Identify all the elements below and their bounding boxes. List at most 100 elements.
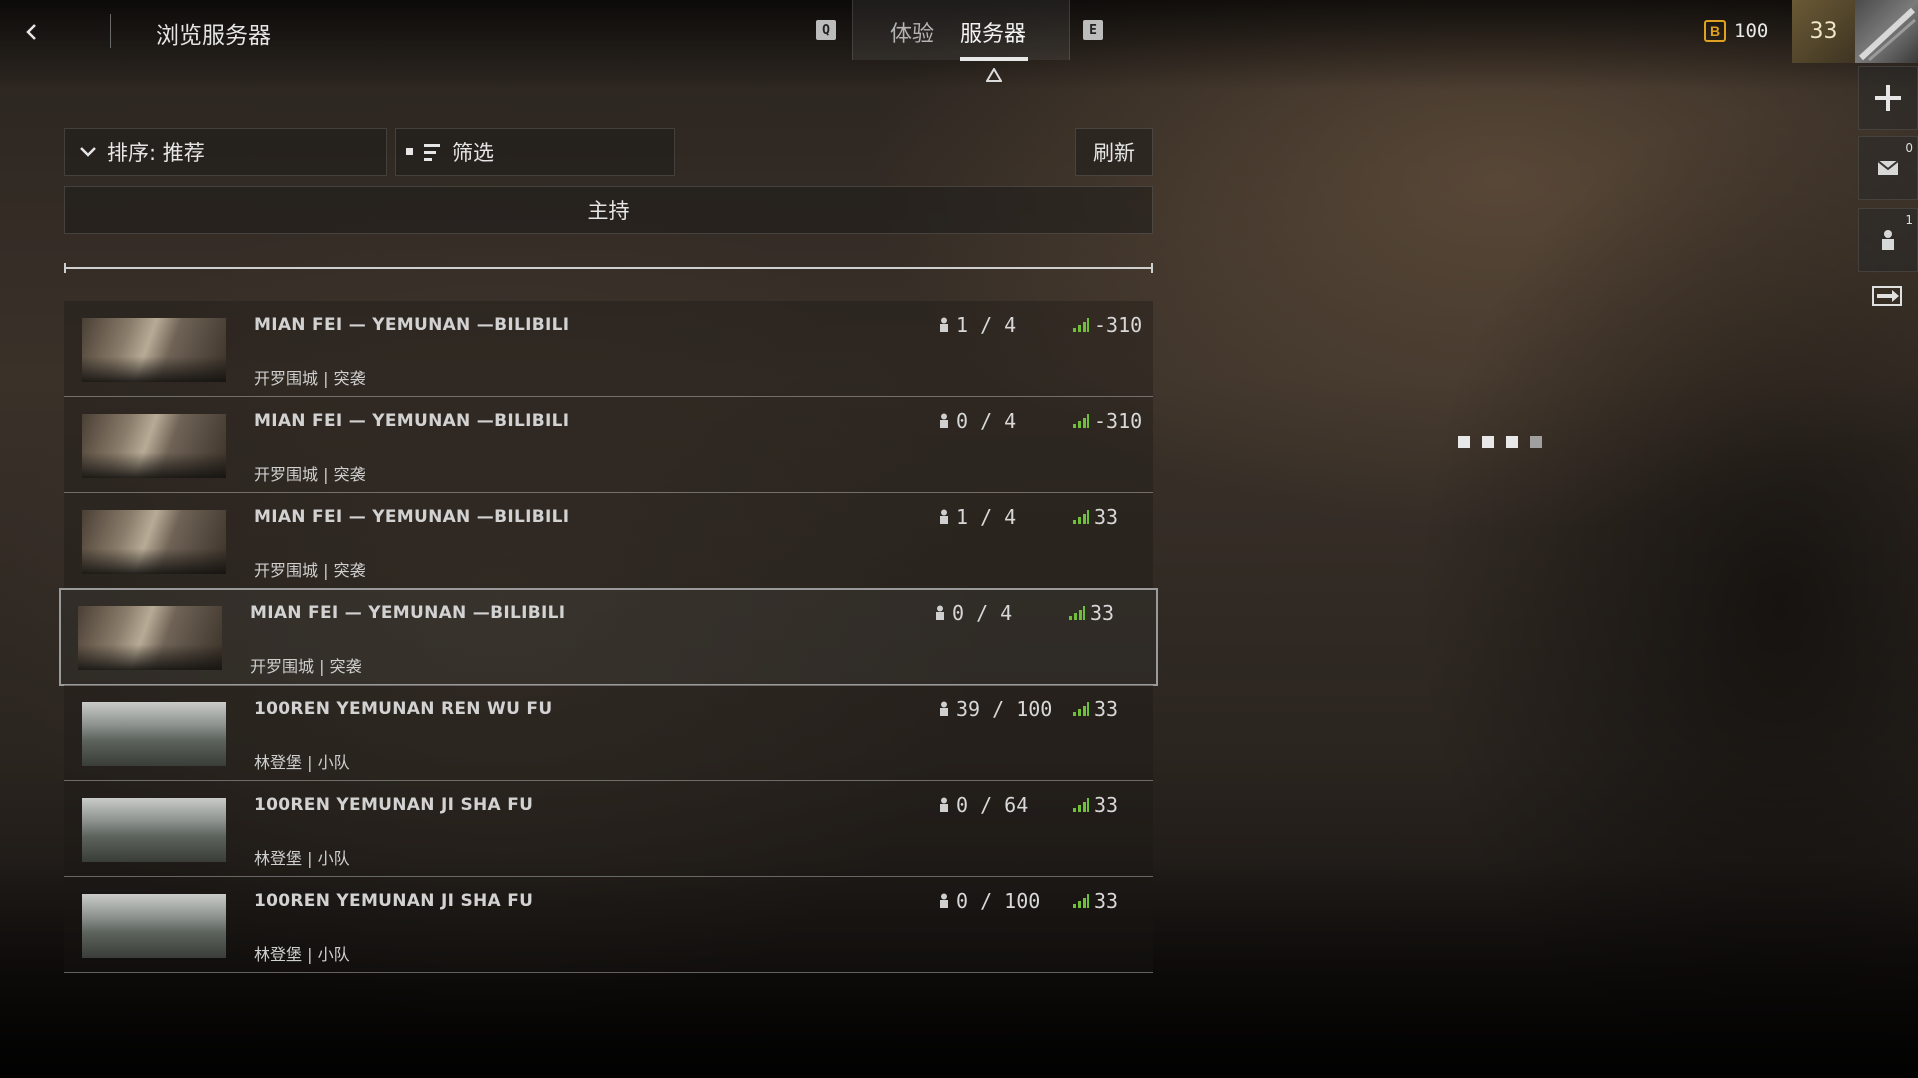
soldier-icon [940, 797, 948, 812]
prev-tab-key-hint: Q [816, 20, 836, 40]
signal-icon [1073, 894, 1089, 908]
player-count-value: 1 / 4 [956, 505, 1017, 529]
map-name: 开罗围城 [254, 561, 319, 580]
filter-button[interactable]: 筛选 [395, 128, 675, 176]
sort-dropdown[interactable]: 排序: 推荐 [64, 128, 387, 176]
exit-button[interactable] [1858, 270, 1916, 322]
server-row[interactable]: MIAN FEI — YEMUNAN —BILIBILI 开罗围城 | 突袭 0… [64, 397, 1153, 493]
mode-name: 小队 [317, 849, 350, 868]
ping-value: 33 [1094, 505, 1119, 529]
loading-dot [1482, 436, 1494, 448]
ping: -310 [1072, 313, 1142, 337]
chevron-down-icon [80, 147, 96, 157]
next-tab-key-hint: E [1083, 20, 1103, 40]
sort-label: 排序: 推荐 [107, 141, 205, 165]
separator: | [323, 561, 334, 580]
soldier-icon [1882, 230, 1894, 250]
rank-badge[interactable]: 33 [1792, 0, 1855, 63]
map-name: 林登堡 [254, 945, 303, 964]
loading-dot [1506, 436, 1518, 448]
ping: 33 [1068, 601, 1114, 625]
soldier-icon [940, 701, 948, 716]
back-button[interactable] [16, 16, 48, 48]
map-mode: 开罗围城 | 突袭 [250, 653, 362, 677]
soldier-icon [940, 317, 948, 332]
mode-name: 突袭 [329, 657, 362, 676]
signal-icon [1073, 702, 1089, 716]
chevron-left-icon [26, 24, 36, 40]
player-count: 0 / 4 [934, 601, 1012, 625]
ping: 33 [1072, 889, 1118, 913]
add-friend-button[interactable] [1858, 66, 1918, 130]
server-name: MIAN FEI — YEMUNAN —BILIBILI [250, 603, 566, 623]
server-name: MIAN FEI — YEMUNAN —BILIBILI [254, 507, 570, 527]
mail-count: 0 [1905, 141, 1913, 155]
avatar[interactable] [1855, 0, 1918, 63]
weapon-emblem-icon [1858, 7, 1916, 62]
map-mode: 开罗围城 | 突袭 [254, 557, 366, 581]
page-title: 浏览服务器 [156, 23, 271, 49]
tab-servers[interactable]: 服务器 [960, 16, 1026, 48]
plus-icon [1875, 85, 1901, 111]
separator: | [307, 753, 318, 772]
map-name: 开罗围城 [250, 657, 315, 676]
map-name: 林登堡 [254, 849, 303, 868]
server-row[interactable]: 100REN YEMUNAN JI SHA FU 林登堡 | 小队 0 / 10… [64, 877, 1153, 973]
party-count: 1 [1905, 213, 1913, 227]
mode-name: 突袭 [333, 561, 366, 580]
mode-name: 小队 [317, 753, 350, 772]
separator: | [319, 657, 330, 676]
top-bar: 浏览服务器 Q 体验 服务器 E B 100 33 [0, 0, 1918, 82]
player-count-value: 0 / 64 [956, 793, 1029, 817]
mail-icon [1877, 160, 1899, 175]
tab-experience[interactable]: 体验 [890, 16, 934, 48]
soldier-icon [940, 509, 948, 524]
host-button[interactable]: 主持 [64, 186, 1153, 234]
server-row[interactable]: MIAN FEI — YEMUNAN —BILIBILI 开罗围城 | 突袭 0… [59, 588, 1158, 686]
map-name: 开罗围城 [254, 369, 319, 388]
separator: | [323, 465, 334, 484]
ping-value: 33 [1094, 697, 1119, 721]
map-mode: 林登堡 | 小队 [254, 941, 350, 965]
signal-icon [1073, 318, 1089, 332]
server-row[interactable]: MIAN FEI — YEMUNAN —BILIBILI 开罗围城 | 突袭 1… [64, 493, 1153, 589]
server-row[interactable]: 100REN YEMUNAN REN WU FU 林登堡 | 小队 39 / 1… [64, 685, 1153, 781]
map-thumbnail [82, 318, 226, 382]
currency-value: 100 [1734, 20, 1769, 42]
map-name: 开罗围城 [254, 465, 319, 484]
mode-name: 突袭 [333, 465, 366, 484]
map-thumbnail [78, 606, 222, 670]
player-count: 1 / 4 [938, 313, 1016, 337]
ping-value: -310 [1094, 409, 1143, 433]
player-count: 1 / 4 [938, 505, 1016, 529]
player-count-value: 0 / 100 [956, 889, 1041, 913]
party-button[interactable]: 1 [1858, 208, 1918, 272]
loading-dot [1530, 436, 1542, 448]
ping-value: 33 [1094, 793, 1119, 817]
caret-up-icon [986, 68, 1002, 82]
server-row[interactable]: MIAN FEI — YEMUNAN —BILIBILI 开罗围城 | 突袭 1… [64, 301, 1153, 397]
currency-display: B 100 [1704, 20, 1768, 42]
map-thumbnail [82, 414, 226, 478]
server-list: MIAN FEI — YEMUNAN —BILIBILI 开罗围城 | 突袭 1… [59, 301, 1158, 973]
soldier-icon [936, 605, 944, 620]
player-count: 0 / 100 [938, 889, 1040, 913]
active-tab-indicator [960, 57, 1028, 61]
refresh-button[interactable]: 刷新 [1075, 128, 1153, 176]
divider [110, 14, 111, 48]
map-mode: 林登堡 | 小队 [254, 749, 350, 773]
ping: 33 [1072, 505, 1118, 529]
soldier-icon [940, 413, 948, 428]
map-thumbnail [82, 894, 226, 958]
server-row[interactable]: 100REN YEMUNAN JI SHA FU 林登堡 | 小队 0 / 64… [64, 781, 1153, 877]
player-count-value: 0 / 4 [956, 409, 1017, 433]
server-name: 100REN YEMUNAN REN WU FU [254, 699, 553, 719]
currency-icon: B [1704, 20, 1726, 42]
ping-value: 33 [1094, 889, 1119, 913]
map-mode: 林登堡 | 小队 [254, 845, 350, 869]
ping: 33 [1072, 793, 1118, 817]
map-thumbnail [82, 510, 226, 574]
mail-button[interactable]: 0 [1858, 136, 1918, 200]
list-divider [64, 263, 1153, 273]
loading-indicator [1458, 436, 1542, 448]
